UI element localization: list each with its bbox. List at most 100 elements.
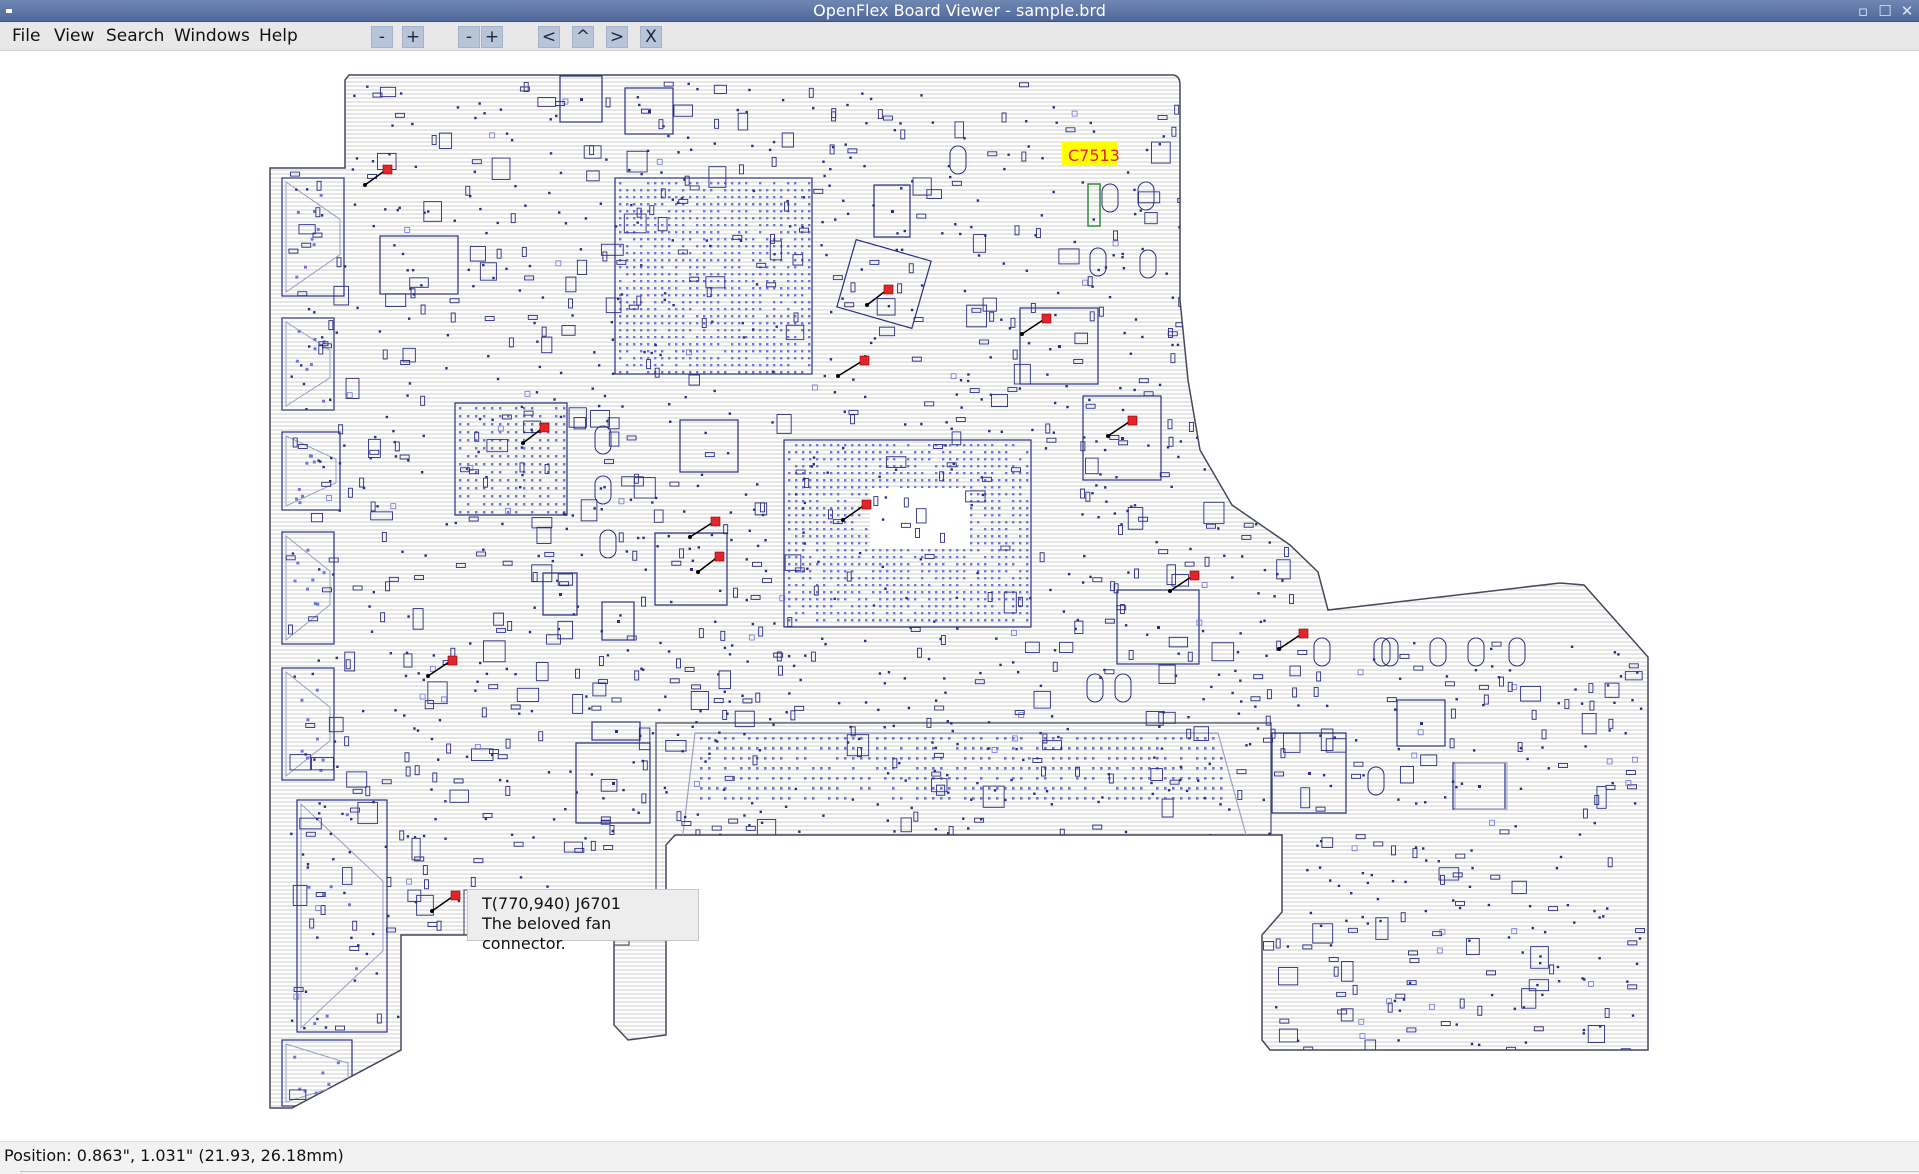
slot-pin (1156, 747, 1159, 750)
bga-pin (865, 598, 868, 601)
via (977, 254, 981, 257)
board-canvas[interactable]: C7513 (0, 51, 1919, 1141)
via (708, 752, 711, 755)
zoom-in-button[interactable]: + (402, 26, 424, 48)
via (394, 709, 397, 712)
bga-pin (984, 556, 987, 559)
bga-pin (837, 528, 840, 531)
bga-pin (900, 472, 903, 475)
menu-search[interactable]: Search (99, 22, 171, 51)
bga-pin (703, 308, 706, 311)
bga-pin (787, 287, 790, 290)
slot-pin (1188, 747, 1191, 750)
next-button[interactable]: > (606, 26, 628, 48)
via (1171, 343, 1174, 347)
bga-pin (991, 535, 994, 538)
slot-pin (980, 737, 983, 740)
via (764, 569, 768, 573)
bga-pin (689, 266, 692, 269)
bga-pin (1019, 493, 1022, 496)
via (903, 677, 907, 680)
component-highlight-c7513[interactable]: C7513 (1062, 142, 1120, 166)
close-icon[interactable]: ✕ (1898, 2, 1916, 20)
bga-pin (724, 364, 727, 367)
bga-pin (738, 252, 741, 255)
via (1049, 588, 1052, 592)
bga-pin (830, 528, 833, 531)
slot-pin (1052, 767, 1055, 770)
bga-pin (1012, 577, 1015, 580)
bga-pin (745, 210, 748, 213)
slot-pin (772, 747, 775, 750)
bga-pin (745, 371, 748, 374)
via (499, 108, 503, 111)
via (1041, 157, 1044, 160)
minimize-icon[interactable]: ▫ (1854, 2, 1872, 20)
menu-windows[interactable]: Windows (167, 22, 257, 51)
bga-pin (619, 238, 622, 241)
via (659, 641, 662, 645)
bga-pin (795, 535, 798, 538)
bga-pin (914, 556, 917, 559)
slot-pin (836, 797, 839, 800)
bga-pin (893, 598, 896, 601)
menu-help[interactable]: Help (252, 22, 305, 51)
bga-pin (689, 196, 692, 199)
via (1397, 1039, 1400, 1042)
small-ic (1564, 1099, 1581, 1108)
via (588, 707, 591, 710)
bga-pin (499, 407, 502, 410)
bga-pin (851, 549, 854, 552)
bga-pin (738, 357, 741, 360)
menu-view[interactable]: View (47, 22, 101, 51)
via (564, 513, 567, 516)
slot-pin (780, 757, 783, 760)
bga-pin (907, 619, 910, 622)
via (829, 358, 833, 361)
clear-button[interactable]: X (640, 26, 662, 48)
bga-pin (808, 238, 811, 241)
bga-pin (935, 612, 938, 615)
bga-pin (640, 357, 643, 360)
slot-pin (716, 787, 719, 790)
bga-pin (816, 451, 819, 454)
via (1599, 1025, 1602, 1028)
via (865, 122, 868, 125)
via (557, 211, 561, 214)
flip-button[interactable]: ^ (572, 26, 594, 48)
via (704, 431, 707, 435)
zoom-out-button[interactable]: - (371, 26, 393, 48)
slot-pin (1068, 767, 1071, 770)
maximize-icon[interactable]: ☐ (1876, 2, 1894, 20)
window-menu-icon[interactable] (6, 9, 12, 13)
via (1081, 581, 1085, 584)
bga-pin (837, 500, 840, 503)
bga-pin (823, 444, 826, 447)
via (398, 206, 401, 210)
via (1040, 214, 1044, 217)
bga-pin (547, 455, 550, 458)
via (378, 330, 382, 333)
via (876, 803, 879, 806)
bga-pin (647, 350, 650, 353)
via (713, 142, 716, 145)
via (651, 501, 654, 504)
grow-button[interactable]: + (481, 26, 503, 48)
slot-pin (844, 747, 847, 750)
via (844, 143, 847, 146)
via (467, 268, 470, 272)
slot-pin (708, 747, 711, 750)
via (759, 810, 762, 814)
slot-pin (820, 777, 823, 780)
bga-pin (816, 479, 819, 482)
bga-pin (970, 528, 973, 531)
bga-pin (491, 407, 494, 410)
bga-pin (499, 471, 502, 474)
bga-pin (794, 273, 797, 276)
bga-pin (949, 479, 952, 482)
bga-pin (717, 182, 720, 185)
via (1206, 358, 1210, 361)
previous-button[interactable]: < (538, 26, 560, 48)
shrink-button[interactable]: - (458, 26, 480, 48)
menu-file[interactable]: File (5, 22, 47, 51)
